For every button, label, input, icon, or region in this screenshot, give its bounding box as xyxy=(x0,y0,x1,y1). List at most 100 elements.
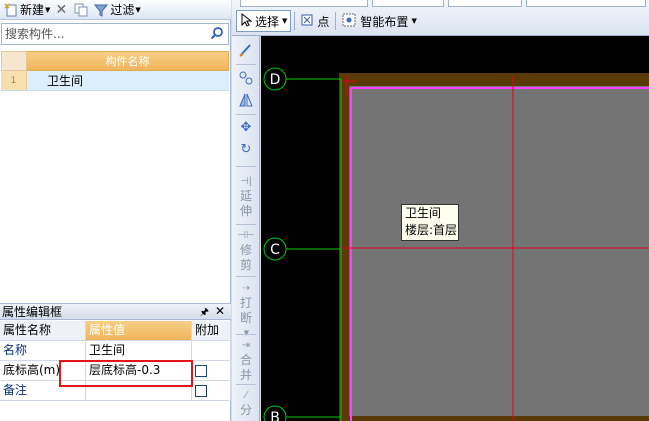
axis-label-d: D xyxy=(270,72,281,88)
toolbar-dropdown[interactable] xyxy=(448,0,522,7)
search-box xyxy=(1,23,229,45)
property-name-cell: 备注 xyxy=(0,381,86,400)
row-number: 1 xyxy=(1,71,27,90)
point-label: 点 xyxy=(317,14,330,29)
move-icon: ✥ xyxy=(240,120,252,135)
toolbar-dropdown[interactable] xyxy=(240,0,368,7)
new-button[interactable]: 新建 ▼ xyxy=(2,1,52,19)
delete-button[interactable]: ✕ xyxy=(52,1,72,19)
search-button[interactable] xyxy=(207,25,227,43)
property-name-cell: 底标高(m) xyxy=(0,361,86,380)
select-label: 选择 xyxy=(255,14,280,29)
property-panel-title-text: 属性编辑框 xyxy=(2,305,63,319)
toolbar-separator xyxy=(236,64,256,65)
component-name-cell: 卫生间 xyxy=(47,74,84,88)
tooltip-room-name: 卫生间 xyxy=(405,206,442,220)
toolbar-separator xyxy=(236,166,256,167)
drawing-toolbar: 选择 ▼ 点 智能布置 ▼ xyxy=(232,0,649,36)
rotate-icon: ↻ xyxy=(240,142,252,157)
toolbar-dropdown[interactable] xyxy=(372,0,444,7)
break-label-2: 断 xyxy=(239,311,252,325)
property-table-header: 属性名称 属性值 附加 xyxy=(0,321,231,341)
table-row[interactable]: 1 卫生间 xyxy=(1,71,229,91)
trim-button[interactable]: ⊣⊢ 修 剪 xyxy=(232,228,260,273)
filter-icon xyxy=(94,3,109,17)
chevron-down-icon: ▼ xyxy=(45,5,51,14)
close-icon[interactable]: ✕ xyxy=(215,304,225,318)
search-input[interactable] xyxy=(5,26,200,42)
new-icon xyxy=(4,2,18,17)
toolbar-separator xyxy=(236,114,256,115)
row-number-header xyxy=(1,51,27,71)
trim-label-2: 剪 xyxy=(239,258,252,272)
split-icon: ⁄ xyxy=(245,390,247,401)
component-table: 构件名称 1 卫生间 xyxy=(1,51,229,91)
copy-objects-button[interactable] xyxy=(232,70,260,90)
property-table: 属性名称 属性值 附加 名称 卫生间 底标高(m) 层底标高-0.3 备注 xyxy=(0,321,231,401)
component-table-header: 构件名称 xyxy=(1,51,229,71)
property-extra-cell xyxy=(192,381,231,400)
property-value-cell[interactable]: 层底标高-0.3 xyxy=(86,361,192,380)
axis-label-b: B xyxy=(270,410,280,421)
split-button[interactable]: ⁄ 分 xyxy=(232,388,260,418)
merge-button[interactable]: ⇥ 合 并 xyxy=(232,338,260,383)
brush-button[interactable] xyxy=(232,42,260,62)
property-extra-cell xyxy=(192,341,231,360)
filter-label: 过滤 xyxy=(110,3,135,17)
move-button[interactable]: ✥ xyxy=(232,120,260,135)
break-button[interactable]: ⇢ 打 断 ▼ xyxy=(232,281,260,341)
chevron-down-icon: ▼ xyxy=(135,5,141,14)
extend-icon: ⊣| xyxy=(239,176,253,187)
component-list-panel: 新建 ▼ ✕ 过滤 ▼ 构件名称 xyxy=(0,0,231,421)
merge-icon: ⇥ xyxy=(241,340,251,351)
room-tooltip: 卫生间 楼层:首层 xyxy=(401,204,459,241)
chevron-down-icon: ▼ xyxy=(282,17,288,25)
tooltip-floor: 楼层:首层 xyxy=(405,223,458,237)
cursor-icon xyxy=(240,12,253,30)
toolbar-separator xyxy=(236,224,256,225)
trim-label-1: 修 xyxy=(239,243,252,257)
property-extra-header: 附加 xyxy=(192,321,231,340)
mirror-button[interactable] xyxy=(232,92,260,112)
smart-layout-label: 智能布置 xyxy=(360,14,409,29)
table-row: 名称 卫生间 xyxy=(0,341,231,361)
component-name-header[interactable]: 构件名称 xyxy=(27,51,229,71)
merge-label-2: 并 xyxy=(239,368,252,382)
new-label: 新建 xyxy=(20,3,45,17)
extra-checkbox[interactable] xyxy=(195,365,207,377)
point-button[interactable]: 点 xyxy=(298,10,332,32)
toolbar-dropdown[interactable] xyxy=(526,0,646,7)
filter-button[interactable]: 过滤 ▼ xyxy=(92,1,142,19)
split-label-1: 分 xyxy=(239,403,252,417)
point-icon xyxy=(301,14,313,29)
rotate-button[interactable]: ↻ xyxy=(232,142,260,157)
merge-label-1: 合 xyxy=(239,353,252,367)
edit-toolbar: ✥ ↻ ⊣| 延 伸 ⊣⊢ 修 剪 ⇢ 打 断 ▼ ⇥ 合 并 ⁄ 分 xyxy=(232,36,260,421)
property-value-cell[interactable] xyxy=(86,381,192,400)
extra-checkbox[interactable] xyxy=(195,385,207,397)
copy-icon xyxy=(74,3,88,17)
select-button[interactable]: 选择 ▼ xyxy=(236,10,292,32)
brush-icon xyxy=(238,42,254,62)
pin-icon[interactable]: 🖈 xyxy=(200,305,209,322)
delete-icon: ✕ xyxy=(55,1,68,18)
table-row: 备注 xyxy=(0,381,231,401)
copy-objects-icon xyxy=(238,70,254,90)
extend-button[interactable]: ⊣| 延 伸 xyxy=(232,174,260,219)
property-value-header: 属性值 xyxy=(86,321,192,340)
property-name-cell: 名称 xyxy=(0,341,86,360)
trim-icon: ⊣⊢ xyxy=(237,230,255,241)
property-value-cell[interactable]: 卫生间 xyxy=(86,341,192,360)
toolbar-separator xyxy=(236,384,256,385)
toolbar-separator xyxy=(236,334,256,335)
extend-label-2: 伸 xyxy=(239,204,252,218)
break-icon: ⇢ xyxy=(241,283,251,294)
toolbar-separator xyxy=(335,12,337,30)
smart-layout-button[interactable]: 智能布置 ▼ xyxy=(339,10,419,32)
toolbar-upper-strip xyxy=(232,0,649,8)
copy-button[interactable] xyxy=(72,1,92,19)
toolbar-separator xyxy=(294,12,296,30)
property-name-header: 属性名称 xyxy=(0,321,86,340)
smart-layout-icon xyxy=(342,13,356,30)
room-floor[interactable] xyxy=(349,86,649,416)
